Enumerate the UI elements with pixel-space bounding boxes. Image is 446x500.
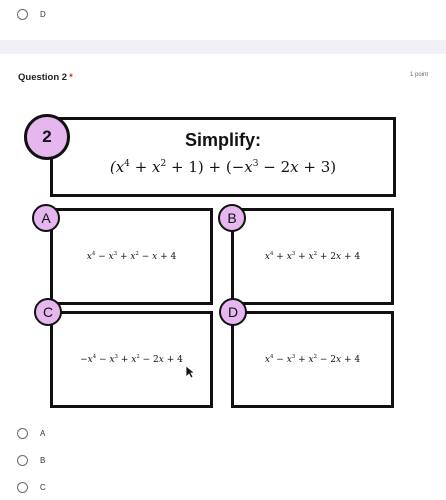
option-d-prev-label: D [40, 10, 46, 19]
option-a-label: A [40, 429, 46, 438]
question-title-text: Question 2 [18, 72, 68, 83]
answer-c-expression: −x4 − x3 + x2 − 2x + 4 [80, 354, 183, 365]
radio-c[interactable] [17, 482, 28, 493]
required-mark: * [69, 72, 73, 83]
prompt-expression: (x4 + x2 + 1) + (−x3 − 2x + 3) [109, 158, 337, 176]
radio-b[interactable] [17, 455, 28, 466]
radio-d-prev[interactable] [17, 9, 28, 20]
answer-box-b: x4 + x3 + x2 + 2x + 4 [231, 208, 394, 305]
answer-a-badge: A [32, 204, 60, 232]
option-b-label: B [40, 456, 46, 465]
answer-d-expression: x4 − x3 + x2 − 2x + 4 [264, 354, 361, 365]
prompt-box: Simplify: (x4 + x2 + 1) + (−x3 − 2x + 3) [50, 117, 396, 197]
option-d-prev[interactable]: D [17, 9, 46, 20]
option-b[interactable]: B [17, 455, 45, 466]
section-divider [0, 40, 446, 54]
question-title: Question 2 * [18, 72, 73, 83]
answer-d-badge: D [219, 298, 247, 326]
answer-box-d: x4 − x3 + x2 − 2x + 4 [231, 311, 394, 408]
answer-b-expression: x4 + x3 + x2 + 2x + 4 [264, 251, 361, 262]
mouse-cursor-icon [185, 365, 195, 379]
question-points: 1 point [409, 72, 428, 78]
answer-c-badge: C [34, 298, 62, 326]
option-a[interactable]: A [17, 428, 45, 439]
answer-b-badge: B [218, 204, 246, 232]
prompt-label: Simplify: [184, 130, 261, 150]
question-number-badge: 2 [24, 114, 70, 160]
option-c-label: C [40, 483, 46, 492]
question-image: Simplify: (x4 + x2 + 1) + (−x3 − 2x + 3)… [0, 100, 446, 420]
answer-box-c: −x4 − x3 + x2 − 2x + 4 [50, 311, 213, 408]
option-c[interactable]: C [17, 482, 46, 493]
answer-box-a: x4 − x3 + x2 − x + 4 [50, 208, 213, 305]
radio-a[interactable] [17, 428, 28, 439]
answer-a-expression: x4 − x3 + x2 − x + 4 [86, 251, 177, 262]
